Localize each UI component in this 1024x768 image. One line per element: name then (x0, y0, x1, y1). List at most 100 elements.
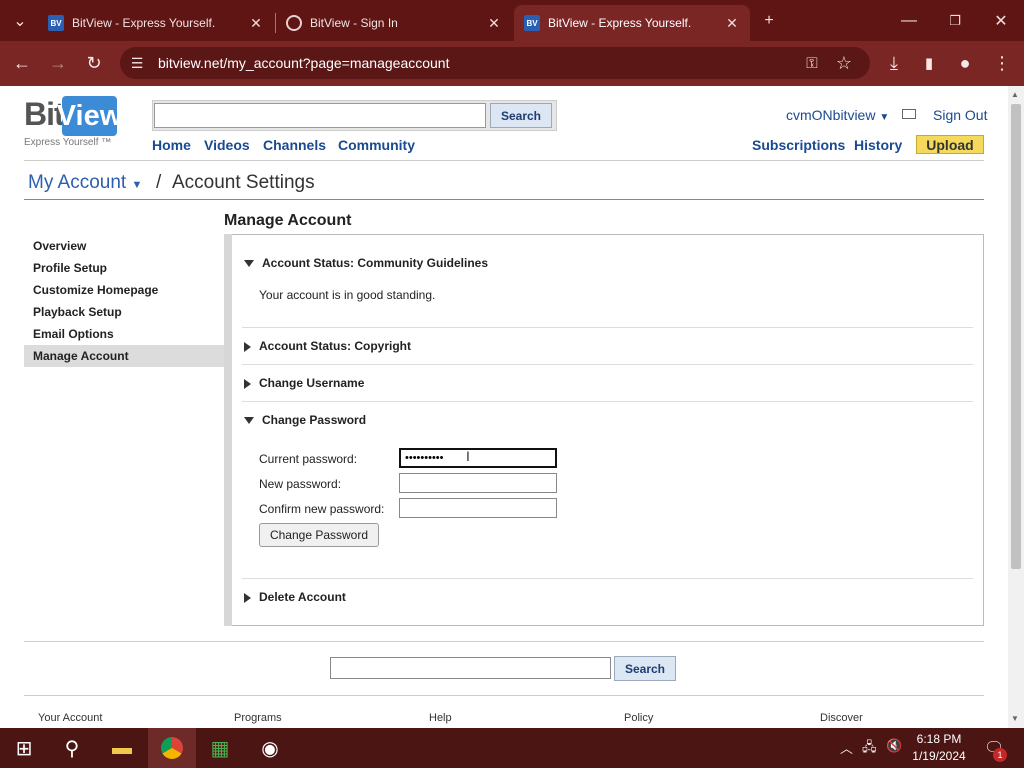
notification-count-badge: 1 (993, 748, 1007, 762)
tab-1[interactable]: BV BitView - Express Yourself. ✕ (38, 5, 274, 41)
section-title: Account Status: Copyright (259, 339, 411, 353)
chrome-icon[interactable] (148, 728, 196, 768)
side-panel-icon[interactable]: ▮ (914, 48, 944, 78)
sidebar-item-overview[interactable]: Overview (24, 235, 224, 257)
scrollbar-thumb[interactable] (1011, 104, 1021, 569)
upload-button[interactable]: Upload (916, 135, 984, 154)
caret-down-icon: ▼ (879, 112, 890, 123)
username: cvmONbitview (786, 107, 876, 123)
expanded-triangle-icon (244, 417, 254, 425)
breadcrumb-separator: / (156, 172, 162, 193)
text-cursor-icon: I (466, 448, 470, 464)
nav-channels[interactable]: Channels (263, 137, 326, 153)
tab-close-icon[interactable]: ✕ (486, 15, 502, 32)
logo-view-badge[interactable]: View (57, 96, 122, 136)
sidebar-item-playback-setup[interactable]: Playback Setup (24, 301, 224, 323)
tab-close-icon[interactable]: ✕ (248, 15, 264, 32)
forward-icon[interactable]: → (43, 48, 73, 78)
site-info-icon[interactable]: ☰ (122, 48, 152, 78)
tab-close-icon[interactable]: ✕ (724, 15, 740, 32)
tab-2[interactable]: BitView - Sign In ✕ (276, 5, 512, 41)
section-divider (242, 327, 973, 328)
tray-chevron-icon[interactable]: ︿ (840, 738, 853, 757)
menu-icon[interactable]: ⋮ (987, 48, 1017, 78)
user-menu[interactable]: cvmONbitview ▼ (786, 107, 889, 123)
spreadsheet-app-icon[interactable]: ▦ (196, 728, 244, 768)
download-icon[interactable]: ⤓ (879, 48, 909, 78)
reload-icon[interactable]: ↻ (79, 48, 109, 78)
windows-start-icon[interactable]: ⊞ (0, 728, 48, 768)
breadcrumb-my-account[interactable]: My Account ▼ (28, 172, 142, 194)
new-password-field[interactable] (399, 473, 557, 493)
footer-link-help[interactable]: Help (429, 712, 452, 724)
section-change-password-header[interactable]: Change Password (244, 413, 366, 427)
footer-divider (24, 641, 984, 642)
collapsed-triangle-icon (244, 592, 251, 603)
bitview-favicon-icon: BV (48, 15, 64, 31)
panel-left-bar (224, 234, 232, 626)
nav-subscriptions[interactable]: Subscriptions (752, 137, 845, 153)
section-title: Change Username (259, 376, 365, 390)
logo-tagline: Express Yourself ™ (24, 137, 112, 148)
scroll-down-icon[interactable]: ▼ (1011, 714, 1019, 723)
expanded-triangle-icon (244, 260, 254, 268)
breadcrumb-divider (24, 199, 984, 200)
bookmark-star-icon[interactable]: ☆ (829, 48, 859, 78)
chrome-logo (161, 737, 183, 759)
confirm-password-field[interactable] (399, 498, 557, 518)
new-password-label: New password: (259, 477, 342, 491)
current-password-label: Current password: (259, 452, 358, 466)
section-divider (242, 578, 973, 579)
section-delete-account-header[interactable]: Delete Account (244, 590, 346, 604)
breadcrumb-current: Account Settings (172, 172, 315, 193)
section-change-username-header[interactable]: Change Username (244, 376, 364, 390)
sidebar-item-email-options[interactable]: Email Options (24, 323, 224, 345)
footer-divider (24, 695, 984, 696)
tab-title: BitView - Express Yourself. (548, 16, 692, 30)
clock-time: 6:18 PM (916, 732, 962, 746)
footer-link-policy[interactable]: Policy (624, 712, 653, 724)
nav-history[interactable]: History (854, 137, 902, 153)
search-input[interactable] (154, 103, 486, 128)
sidebar-item-profile-setup[interactable]: Profile Setup (24, 257, 224, 279)
header-divider (24, 160, 984, 161)
nav-videos[interactable]: Videos (204, 137, 250, 153)
restore-icon[interactable]: ❐ (940, 6, 970, 36)
system-clock[interactable]: 6:18 PM 1/19/2024 (908, 731, 970, 765)
page-title: Manage Account (224, 212, 352, 229)
tab-title: BitView - Sign In (310, 16, 398, 30)
tab-search-icon[interactable]: ⌄ (5, 6, 35, 36)
profile-icon[interactable]: ● (950, 48, 980, 78)
file-explorer-icon[interactable]: ▬ (98, 728, 146, 768)
section-community-guidelines-header[interactable]: Account Status: Community Guidelines (244, 256, 488, 270)
clock-date: 1/19/2024 (912, 749, 966, 763)
password-key-icon[interactable]: ⚿ (797, 48, 827, 78)
change-password-button[interactable]: Change Password (259, 523, 379, 547)
tab-3-active[interactable]: BV BitView - Express Yourself. ✕ (514, 5, 750, 41)
back-icon[interactable]: ← (7, 48, 37, 78)
sidebar-item-customize-homepage[interactable]: Customize Homepage (24, 279, 224, 301)
footer-search-input[interactable] (330, 657, 611, 679)
nav-community[interactable]: Community (338, 137, 415, 153)
url-text[interactable]: bitview.net/my_account?page=manageaccoun… (158, 55, 449, 71)
sidebar-item-manage-account[interactable]: Manage Account (24, 345, 224, 367)
search-icon[interactable]: ⚲ (48, 728, 96, 768)
obs-icon[interactable]: ◉ (246, 728, 294, 768)
mail-icon[interactable] (902, 109, 916, 119)
footer-link-programs[interactable]: Programs (234, 712, 282, 724)
scroll-up-icon[interactable]: ▲ (1011, 90, 1019, 99)
volume-muted-icon[interactable]: 🔇 (886, 738, 902, 754)
nav-home[interactable]: Home (152, 137, 191, 153)
collapsed-triangle-icon (244, 341, 251, 352)
footer-search-button[interactable]: Search (614, 656, 676, 681)
footer-link-discover[interactable]: Discover (820, 712, 863, 724)
sign-out-link[interactable]: Sign Out (933, 107, 987, 123)
close-window-icon[interactable]: ✕ (986, 6, 1016, 36)
network-icon[interactable]: 🖧 (862, 738, 877, 760)
section-copyright-header[interactable]: Account Status: Copyright (244, 339, 411, 353)
search-button[interactable]: Search (490, 103, 552, 128)
footer-link-your-account[interactable]: Your Account (38, 712, 102, 724)
minimize-icon[interactable]: — (894, 6, 924, 36)
new-tab-icon[interactable]: + (754, 6, 784, 36)
current-password-field[interactable]: •••••••••• (399, 448, 557, 468)
